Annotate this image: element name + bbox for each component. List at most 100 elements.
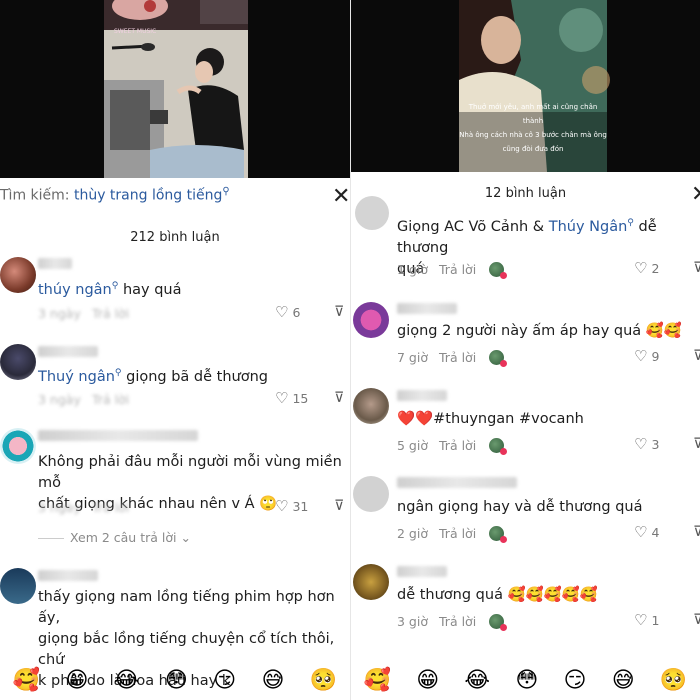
search-icon: ⚲: [627, 218, 634, 228]
like-button[interactable]: ♡ 15: [275, 389, 308, 407]
like-button[interactable]: ♡ 31: [275, 497, 308, 515]
heart-icon: ♡: [275, 303, 289, 321]
username[interactable]: [397, 303, 457, 314]
search-suggestion[interactable]: Tìm kiếm: thùy trang lồng tiếng⚲: [0, 186, 230, 204]
emoji-button[interactable]: 😅: [612, 668, 635, 693]
comment-text: giọng 2 người này ấm áp hay quá 🥰🥰: [397, 323, 682, 339]
comments-sheet: 12 bình luận ✕ Giọng AC Võ Cảnh & Thúy N…: [351, 172, 700, 700]
emoji-button[interactable]: 😏: [564, 668, 587, 693]
username[interactable]: [38, 258, 72, 269]
avatar[interactable]: [353, 388, 389, 424]
mention-link[interactable]: Thúy Ngân: [549, 219, 628, 235]
emoji-quick-bar: 🥰 😁 😂 😳 😏 😅 🥺: [0, 664, 350, 696]
creator-like-avatar: [489, 438, 507, 455]
like-button[interactable]: ♡ 3: [634, 435, 659, 453]
comment-text: ngân giọng hay và dễ thương quá: [397, 499, 643, 515]
right-screenshot: Thuở mới yêu, anh mất ai cũng chân thành…: [350, 0, 700, 700]
comment-time: 1 giờ: [397, 262, 428, 277]
comment-count: 12 bình luận: [484, 186, 567, 201]
like-button[interactable]: ♡ 4: [634, 523, 659, 541]
dislike-icon[interactable]: ⊽: [693, 612, 700, 628]
like-button[interactable]: ♡ 9: [634, 347, 659, 365]
avatar[interactable]: [0, 428, 36, 464]
video-captions: Thuở mới yêu, anh mất ai cũng chân thành…: [459, 103, 607, 153]
username[interactable]: [397, 477, 517, 488]
comment-time: 2 giờ: [397, 526, 428, 541]
like-count: 3: [651, 437, 660, 452]
svg-text:SWEET MUSIC: SWEET MUSIC: [114, 28, 156, 35]
dislike-icon[interactable]: ⊽: [334, 390, 344, 406]
emoji-button[interactable]: 🥰: [13, 668, 40, 693]
comment-text: dễ thương quá 🥰🥰🥰🥰🥰: [397, 587, 598, 603]
avatar[interactable]: [353, 564, 389, 600]
emoji-button[interactable]: 🥰: [364, 668, 391, 693]
video-preview[interactable]: SWEET MUSIC: [0, 0, 350, 178]
dislike-icon[interactable]: ⊽: [693, 436, 700, 452]
emoji-button[interactable]: 😂: [114, 668, 140, 693]
username[interactable]: [397, 390, 447, 401]
username[interactable]: [397, 566, 447, 577]
like-button[interactable]: ♡ 2: [634, 259, 659, 277]
heart-icon: ♡: [634, 523, 648, 541]
comment-count: 212 bình luận: [130, 230, 220, 245]
reply-button[interactable]: Trả lời: [92, 392, 129, 407]
emoji-button[interactable]: 😳: [165, 668, 188, 693]
emoji-button[interactable]: 🥺: [660, 668, 687, 693]
comment-time: 3 giờ: [397, 614, 428, 629]
dislike-icon[interactable]: ⊽: [693, 524, 700, 540]
reply-button[interactable]: Trả lời: [92, 500, 129, 515]
search-term[interactable]: thùy trang lồng tiếng: [74, 188, 222, 204]
mention-link[interactable]: Thuý ngân: [38, 369, 115, 385]
search-icon[interactable]: ⚲: [222, 186, 229, 197]
emoji-button[interactable]: 😁: [65, 668, 88, 693]
avatar[interactable]: [353, 302, 389, 338]
creator-like-avatar: [489, 526, 507, 543]
avatar[interactable]: [0, 344, 36, 380]
chevron-down-icon: ⌄: [180, 530, 191, 545]
reply-button[interactable]: Trả lời: [439, 526, 476, 541]
close-icon[interactable]: ✕: [332, 186, 350, 208]
like-count: 1: [651, 613, 660, 628]
view-replies-button[interactable]: Xem 2 câu trả lời ⌄: [38, 530, 191, 545]
dislike-icon[interactable]: ⊽: [334, 498, 344, 514]
heart-icon: ♡: [275, 389, 289, 407]
emoji-button[interactable]: 😂: [464, 668, 490, 693]
reply-button[interactable]: Trả lời: [439, 438, 476, 453]
video-preview[interactable]: Thuở mới yêu, anh mất ai cũng chân thành…: [351, 0, 700, 172]
comment-text: Thuý ngân⚲ giọng bã dễ thương: [38, 368, 268, 385]
dislike-icon[interactable]: ⊽: [693, 260, 700, 276]
close-icon[interactable]: ✕: [691, 184, 700, 206]
username[interactable]: [38, 346, 98, 357]
username[interactable]: [38, 430, 198, 441]
avatar[interactable]: [0, 257, 36, 293]
heart-icon: ♡: [275, 497, 289, 515]
reply-button[interactable]: Trả lời: [439, 350, 476, 365]
like-count: 6: [292, 305, 301, 320]
comment-text: ❤️❤️#thuyngan #vocanh: [397, 411, 584, 427]
like-count: 9: [651, 349, 660, 364]
avatar[interactable]: [353, 476, 389, 512]
avatar[interactable]: [0, 568, 36, 604]
reply-button[interactable]: Trả lời: [92, 306, 129, 321]
comments-sheet: Tìm kiếm: thùy trang lồng tiếng⚲ ✕ 212 b…: [0, 178, 350, 700]
comment-time: 7 giờ: [397, 350, 428, 365]
emoji-button[interactable]: 😅: [262, 668, 285, 693]
emoji-button[interactable]: 😁: [416, 668, 439, 693]
username[interactable]: [38, 570, 98, 581]
emoji-button[interactable]: 🥺: [310, 668, 337, 693]
like-button[interactable]: ♡ 1: [634, 611, 659, 629]
reply-button[interactable]: Trả lời: [439, 262, 476, 277]
creator-like-avatar: [489, 350, 507, 367]
like-button[interactable]: ♡ 6: [275, 303, 300, 321]
avatar[interactable]: [355, 196, 389, 230]
comment-time: 3 ngày: [38, 500, 81, 515]
mention-link[interactable]: thúy ngân: [38, 282, 112, 298]
heart-icon: ♡: [634, 259, 648, 277]
emoji-button[interactable]: 😳: [515, 668, 538, 693]
emoji-button[interactable]: 😏: [213, 668, 236, 693]
left-screenshot: SWEET MUSIC Tìm kiếm: thùy trang lồng ti…: [0, 0, 350, 700]
dislike-icon[interactable]: ⊽: [693, 348, 700, 364]
reply-button[interactable]: Trả lời: [439, 614, 476, 629]
dislike-icon[interactable]: ⊽: [334, 304, 344, 320]
video-thumbnail: SWEET MUSIC: [0, 0, 350, 178]
